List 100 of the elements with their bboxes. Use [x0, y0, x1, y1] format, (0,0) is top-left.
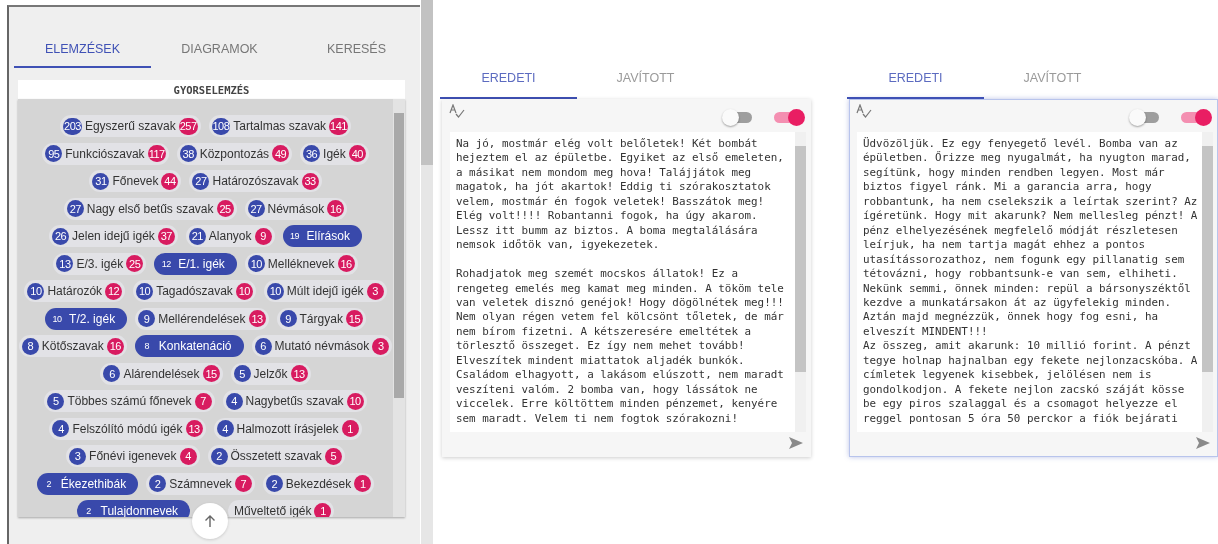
chip-label: Igék	[323, 146, 346, 161]
chip[interactable]: 2 Számnevek 7	[146, 472, 255, 495]
count-badge: 1	[341, 420, 359, 437]
count-badge: 5	[233, 365, 251, 382]
text-area[interactable]: Na jó, mostmár elég volt belőletek! Két bombát hejeztem el az épületbe. Egyiket az első emeleten, a másikat nem mondom meg hova! Talájjátok meg magatok, ha jót akartok! Eddig ti szórakosztatok velem, mostmár én fogok veletek! Basszátok meg! Elég volt!!!! Robantanni fogok, ha úgy akarom. Lessz itt bumm az biztos. A boma megtalálására nemsok időtök van, igyekezetek. Rohadjatok meg szemét mocskos állatok! Ez a rengeteg emelés meg kamat meg minden. A tököm tele van veletek disznó genéjok! Hogy dögölnétek meg!!! Nem olyan régen vetem fel kölcsönt tőletek, de már nem bírom fizetni. A kétszeresére emeltétek a törlesztő összeget. Ez így nem mehet tovább! Elveszítek mindent miattatok aljadék bunkók. Családom elhagyott, a lakásom elúszott, nem maradt veszíteni valóm. 2 bomba van, hogy lássátok ne viccelek. Erre költöttem minden pénzemet, kenyére sem maradt. Velem ti nem fogtok szórakozni!	[450, 132, 795, 432]
chip[interactable]: 10 Múlt idejű igék 3	[263, 280, 387, 302]
chip[interactable]: 10 Határozók 12	[24, 280, 126, 302]
chip[interactable]: 10 T/2. igék	[45, 307, 128, 330]
chip[interactable]: 2 Ékezethibák	[36, 472, 139, 495]
count-badge: 26	[52, 227, 70, 245]
chip[interactable]: 4 Halmozott írásjelek 1	[213, 417, 362, 440]
scrollbar[interactable]	[393, 99, 405, 517]
chip-label: Konkatenáció	[158, 339, 232, 353]
chip[interactable]: 2 Tulajdonnevek	[76, 500, 191, 517]
chip[interactable]: 95 Funkciószavak 117	[42, 142, 169, 165]
chip[interactable]: 21 Alanyok 9	[185, 225, 275, 247]
count-badge: 257	[178, 117, 198, 135]
chip-label: Főnévi igenevek	[89, 449, 177, 463]
count-badge: 36	[303, 145, 321, 162]
chip[interactable]: 36 Igék 40	[300, 142, 369, 165]
count-badge: 9	[254, 227, 272, 245]
chip[interactable]: 5 Többes számú főnevek 7	[44, 390, 215, 412]
chip[interactable]: 3 Főnévi igenevek 4	[66, 445, 200, 467]
chip[interactable]: 2 Bekezdések 1	[262, 472, 375, 495]
count-badge: 10	[27, 282, 45, 300]
chip[interactable]: 6 Alárendelések 15	[100, 362, 223, 385]
count-badge: 1	[314, 502, 332, 517]
chip[interactable]: 27 Névmások 16	[244, 197, 348, 220]
count-badge: 4	[225, 392, 243, 410]
count-badge: 13	[185, 420, 203, 437]
count-badge: 141	[329, 117, 348, 135]
send-icon[interactable]	[1195, 436, 1211, 450]
count-badge: 10	[266, 282, 284, 300]
toggle-switch[interactable]	[1179, 108, 1213, 126]
count-badge: 27	[247, 200, 265, 217]
count-badge: 49	[272, 145, 290, 162]
chip-label: Elírások	[306, 229, 350, 243]
chip[interactable]: 38 Központozás 49	[176, 142, 293, 165]
chip-label: Melléknevek	[267, 256, 335, 271]
arrow-up-icon	[203, 514, 217, 528]
chip[interactable]: 108 Tartalmas szavak 141	[208, 115, 351, 137]
count-badge: 12	[105, 282, 123, 300]
scroll-top-button[interactable]	[192, 503, 228, 539]
chip[interactable]: 19 Elírások	[282, 225, 362, 247]
count-badge: 203	[63, 117, 82, 135]
count-badge: 9	[279, 310, 297, 327]
chip[interactable]: 6 Mutató névmások 3	[251, 335, 393, 357]
chip[interactable]: 10 Tagadószavak 10	[133, 280, 256, 302]
chip[interactable]: 2 Összetett szavak 5	[207, 445, 345, 467]
chip-label: Összetett szavak	[230, 449, 322, 463]
spellcheck-icon[interactable]	[449, 104, 465, 118]
chip[interactable]: Műveltető igék 1	[228, 500, 335, 517]
chip[interactable]: 5 Jelzők 13	[230, 362, 311, 385]
count-badge: 38	[179, 145, 197, 162]
chip[interactable]: 8 Kötőszavak 16	[18, 335, 127, 357]
chip-label: Felszólító módú igék	[72, 421, 183, 436]
chip-label: Határozók	[47, 284, 103, 298]
count-badge: 27	[192, 172, 210, 190]
tab[interactable]: DIAGRAMOK	[151, 38, 288, 68]
count-badge: 16	[106, 337, 124, 355]
chip[interactable]: 31 Főnevek 44	[89, 170, 182, 192]
tab[interactable]: ELEMZÉSEK	[14, 38, 151, 68]
chip[interactable]: 8 Konkatenáció	[134, 335, 244, 357]
chip[interactable]: 4 Felszólító módú igék 13	[49, 417, 206, 440]
chip[interactable]: 9 Mellérendelések 13	[135, 307, 269, 330]
tab[interactable]: KERESÉS	[288, 38, 425, 68]
count-badge: 21	[188, 227, 206, 245]
count-badge: 7	[194, 392, 212, 410]
count-badge: 16	[337, 255, 355, 272]
scrollbar[interactable]	[421, 0, 433, 544]
chip[interactable]: 13 E/3. igék 25	[53, 252, 147, 275]
chip[interactable]: 26 Jelen idejű igék 37	[49, 225, 178, 247]
chip-label: Funkciószavak	[65, 146, 145, 161]
count-badge: 6	[254, 337, 272, 355]
chip[interactable]: 10 Melléknevek 16	[244, 252, 358, 275]
chip[interactable]: 27 Határozószavak 33	[189, 170, 322, 192]
count-badge: 4	[216, 420, 234, 437]
chip-label: Nagybetűs szavak	[245, 394, 344, 408]
count-badge: 8	[21, 337, 39, 355]
chip[interactable]: 203 Egyszerű szavak 257	[60, 115, 201, 137]
count-badge: 27	[66, 200, 84, 217]
chip-label: Tárgyak	[299, 311, 343, 326]
chip[interactable]: 4 Nagybetűs szavak 10	[222, 390, 367, 412]
chip[interactable]: 27 Nagy első betűs szavak 25	[63, 197, 237, 220]
spellcheck-icon[interactable]	[856, 104, 872, 118]
chip[interactable]: 12 E/1. igék	[154, 252, 237, 275]
chip-label: Nagy első betűs szavak	[86, 201, 214, 216]
count-badge: 13	[56, 255, 74, 272]
count-badge: 3	[372, 337, 390, 355]
chip-label: Névmások	[267, 201, 325, 216]
count-badge: 33	[301, 172, 319, 190]
toggle-switch[interactable]	[772, 108, 806, 126]
chip[interactable]: 9 Tárgyak 15	[276, 307, 366, 330]
count-badge: 6	[103, 365, 121, 382]
scrollbar[interactable]	[1202, 132, 1213, 432]
scrollbar[interactable]	[795, 132, 806, 432]
chip-label: Jelen idejű igék	[72, 229, 155, 243]
send-icon[interactable]	[788, 436, 804, 450]
count-badge: 10	[136, 282, 154, 300]
text-area[interactable]: Üdvözöljük. Ez egy fenyegető levél. Bomba van az épületben. Őrizze meg nyugalmát, ha nyugton marad, segítünk, hogy minden rendben legyen. Most már biztos figyel ránk. Mi a garancia arra, hogy robbantunk, ha nem cselekszik a leírtak szerint? Az ígéretünk. Hogy mit akarunk? Nem mellesleg pénzt! A pénz elhelyezésének megfelelő módját részletesen leírjuk, ha nem tartja magát ehhez a pontos utasítássorozathoz, nem fogunk egy pillanatig sem tétovázni, hogy robbantsunk-e van sem, elhiheti. Nekünk semmi, önnek minden: repül a bársonyszéktől kezdve a munkatársakon át az ügyfelekig minden. Aztán majd megnézzük, önnek hogy fog esni, ha elveszít MINDENT!!! Az összeg, amit akarunk: 10 millió forint. A pénzt tegye holnap hajnalban egy fekete nejlonzacskóba. A címletek legyenek kisebbek, jelölésen nem is gondolkodjon. A fekete nejlon zacskó száját kösse be egy piros szalaggal és a csomagot helyezze el reggel pontosan 5 óra 50 perckor a fiók bejárati	[857, 132, 1202, 432]
